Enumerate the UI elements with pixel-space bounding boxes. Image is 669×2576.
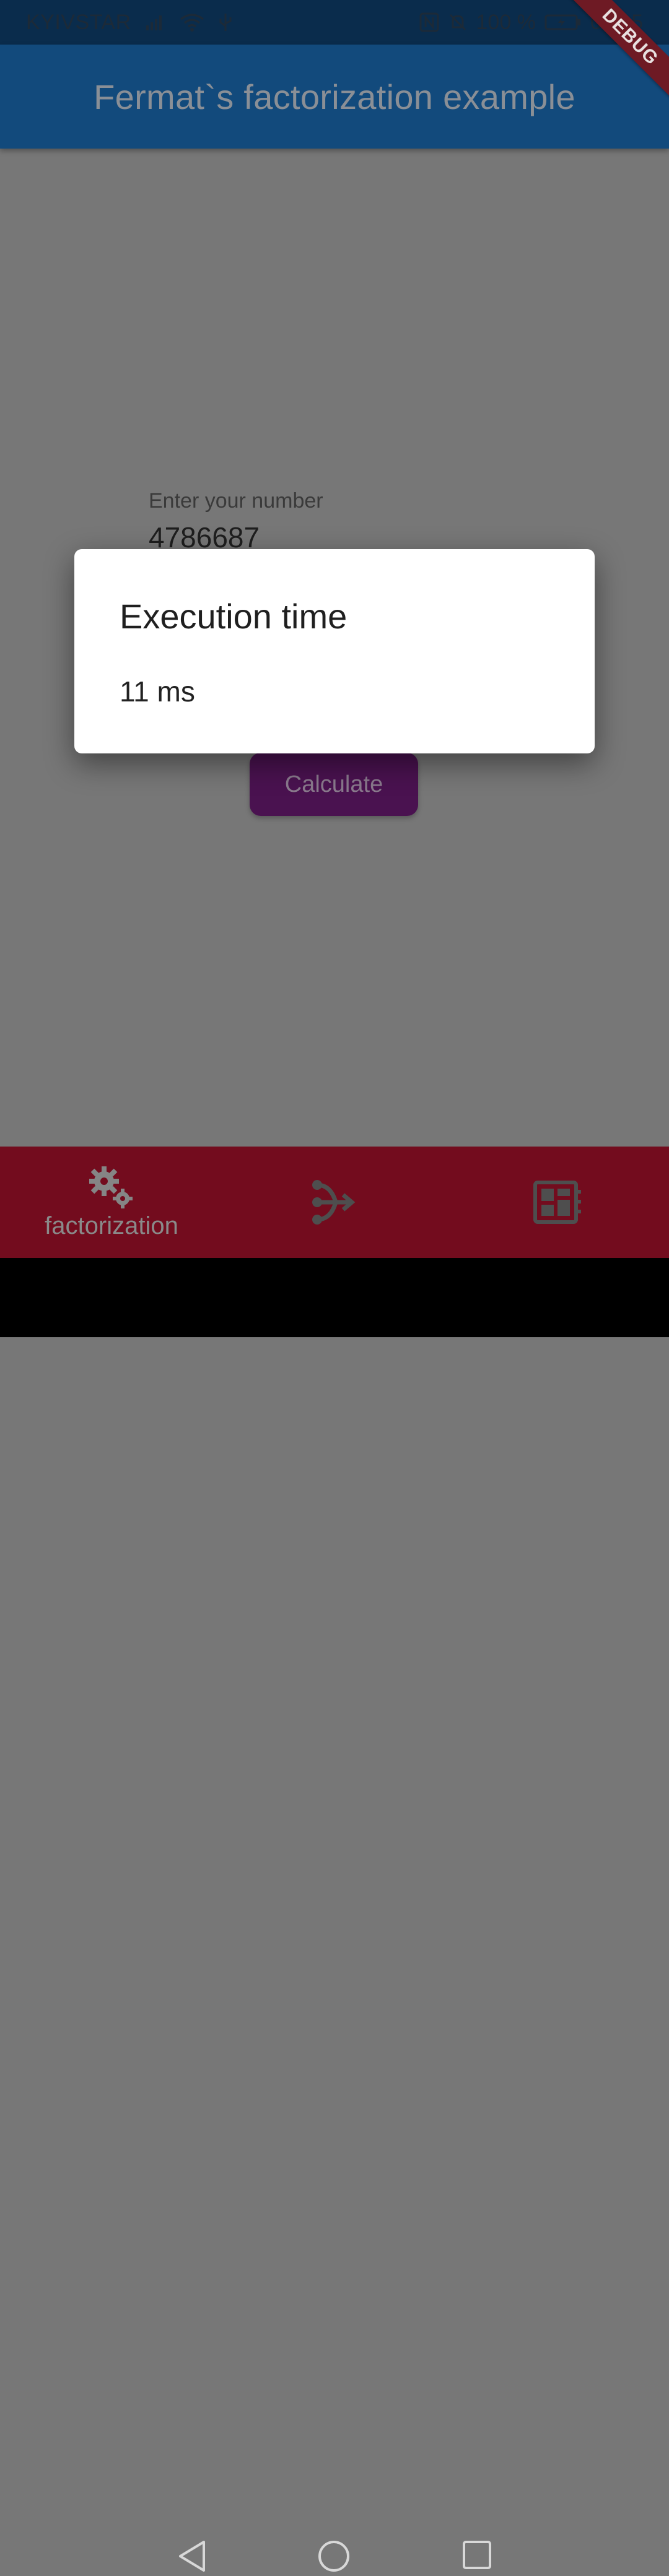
back-icon[interactable] bbox=[177, 2539, 208, 2576]
bottom-navigation: factorization bbox=[0, 1147, 669, 1258]
dialog-body: 11 ms bbox=[120, 675, 195, 708]
nav-item-factorization[interactable]: factorization bbox=[0, 1147, 223, 1258]
dialog-title: Execution time bbox=[120, 597, 348, 636]
mute-icon bbox=[448, 12, 468, 32]
calculate-button[interactable]: Calculate bbox=[250, 753, 418, 816]
recents-icon[interactable] bbox=[461, 2539, 492, 2574]
system-navigation-bar bbox=[0, 1258, 669, 2572]
nav-item-dashboard[interactable] bbox=[446, 1147, 669, 1258]
split-arrow-icon bbox=[308, 1176, 361, 1228]
debug-label: DEBUG bbox=[566, 0, 669, 102]
input-label: Enter your number bbox=[149, 489, 323, 513]
carrier-name: KYIVSTAR bbox=[26, 10, 131, 34]
usb-icon bbox=[218, 12, 233, 32]
gears-icon bbox=[87, 1165, 136, 1211]
number-input-field[interactable]: Enter your number 4786687 bbox=[149, 489, 520, 554]
home-icon[interactable] bbox=[317, 2539, 351, 2576]
execution-time-dialog[interactable]: Execution time 11 ms bbox=[74, 549, 595, 753]
nav-item-split[interactable] bbox=[223, 1147, 446, 1258]
page-title: Fermat`s factorization example bbox=[94, 77, 575, 116]
wifi-icon bbox=[180, 13, 204, 32]
dashboard-icon bbox=[533, 1180, 582, 1225]
nfc-icon bbox=[419, 12, 439, 32]
nav-label-factorization: factorization bbox=[45, 1212, 178, 1239]
debug-banner: DEBUG bbox=[545, 0, 669, 124]
battery-percent: 100 % bbox=[476, 10, 536, 34]
signal-icon bbox=[145, 13, 166, 32]
